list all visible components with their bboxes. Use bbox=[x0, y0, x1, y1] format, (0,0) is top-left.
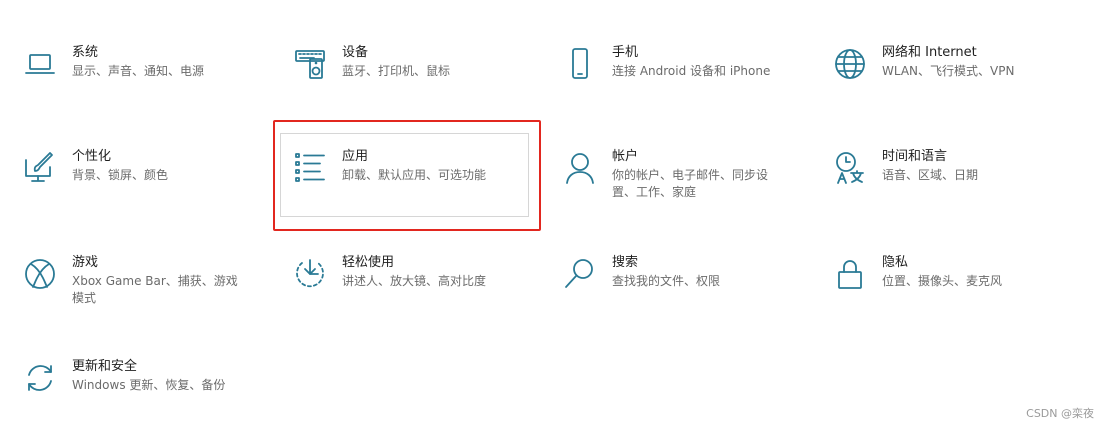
tile-title: 应用 bbox=[342, 149, 369, 164]
ease-of-access-icon bbox=[292, 256, 328, 292]
tile-network[interactable]: 网络和 Internet WLAN、飞行模式、VPN bbox=[832, 44, 1082, 134]
tile-description: Windows 更新、恢复、备份 bbox=[72, 378, 226, 392]
paint-monitor-icon bbox=[22, 150, 58, 186]
tile-gaming[interactable]: 游戏 Xbox Game Bar、捕获、游戏模式 bbox=[22, 254, 272, 344]
tile-title: 个性化 bbox=[72, 149, 112, 164]
tile-title: 帐户 bbox=[612, 149, 639, 164]
tile-ease-of-access[interactable]: 轻松使用 讲述人、放大镜、高对比度 bbox=[292, 254, 542, 344]
list-icon bbox=[292, 150, 328, 186]
watermark: CSDN @栾夜 bbox=[1026, 407, 1094, 420]
tile-description: 连接 Android 设备和 iPhone bbox=[612, 64, 771, 78]
tile-apps[interactable]: 应用 卸载、默认应用、可选功能 bbox=[292, 148, 542, 238]
tile-title: 隐私 bbox=[882, 255, 909, 270]
tile-description: 蓝牙、打印机、鼠标 bbox=[342, 64, 451, 78]
clock-language-icon bbox=[832, 150, 868, 186]
tile-description: 查找我的文件、权限 bbox=[612, 274, 721, 288]
tile-title: 时间和语言 bbox=[882, 149, 948, 164]
tile-update-security[interactable]: 更新和安全 Windows 更新、恢复、备份 bbox=[22, 358, 272, 431]
tile-time-language[interactable]: 时间和语言 语音、区域、日期 bbox=[832, 148, 1082, 238]
settings-home: 系统 显示、声音、通知、电源 设备 蓝牙、打印机、鼠标 手机 连接 Androi… bbox=[0, 0, 1108, 431]
tile-description: 位置、摄像头、麦克风 bbox=[882, 274, 1003, 288]
tile-title: 设备 bbox=[342, 45, 369, 60]
tile-title: 轻松使用 bbox=[342, 255, 395, 270]
tile-title: 手机 bbox=[612, 45, 639, 60]
laptop-icon bbox=[22, 46, 58, 82]
tile-description: WLAN、飞行模式、VPN bbox=[882, 64, 1015, 78]
tile-description: 卸载、默认应用、可选功能 bbox=[342, 168, 487, 182]
refresh-icon bbox=[22, 360, 58, 396]
search-icon bbox=[562, 256, 598, 292]
tile-description: 显示、声音、通知、电源 bbox=[72, 64, 205, 78]
tile-title: 网络和 Internet bbox=[882, 45, 977, 60]
tile-description: Xbox Game Bar、捕获、游戏模式 bbox=[72, 274, 238, 305]
lock-icon bbox=[832, 256, 868, 292]
tile-devices[interactable]: 设备 蓝牙、打印机、鼠标 bbox=[292, 44, 542, 134]
tile-accounts[interactable]: 帐户 你的帐户、电子邮件、同步设置、工作、家庭 bbox=[562, 148, 812, 238]
person-icon bbox=[562, 150, 598, 186]
tile-system[interactable]: 系统 显示、声音、通知、电源 bbox=[22, 44, 272, 134]
tile-phone[interactable]: 手机 连接 Android 设备和 iPhone bbox=[562, 44, 812, 134]
tile-title: 游戏 bbox=[72, 255, 99, 270]
tile-title: 搜索 bbox=[612, 255, 639, 270]
tile-privacy[interactable]: 隐私 位置、摄像头、麦克风 bbox=[832, 254, 1082, 344]
phone-icon bbox=[562, 46, 598, 82]
tile-description: 讲述人、放大镜、高对比度 bbox=[342, 274, 487, 288]
globe-icon bbox=[832, 46, 868, 82]
tile-description: 背景、锁屏、颜色 bbox=[72, 168, 169, 182]
keyboard-speaker-icon bbox=[292, 46, 328, 82]
tile-description: 你的帐户、电子邮件、同步设置、工作、家庭 bbox=[612, 168, 769, 199]
tile-description: 语音、区域、日期 bbox=[882, 168, 979, 182]
tile-personalization[interactable]: 个性化 背景、锁屏、颜色 bbox=[22, 148, 272, 238]
tile-title: 系统 bbox=[72, 45, 99, 60]
tile-title: 更新和安全 bbox=[72, 359, 138, 374]
xbox-icon bbox=[22, 256, 58, 292]
tile-search[interactable]: 搜索 查找我的文件、权限 bbox=[562, 254, 812, 344]
